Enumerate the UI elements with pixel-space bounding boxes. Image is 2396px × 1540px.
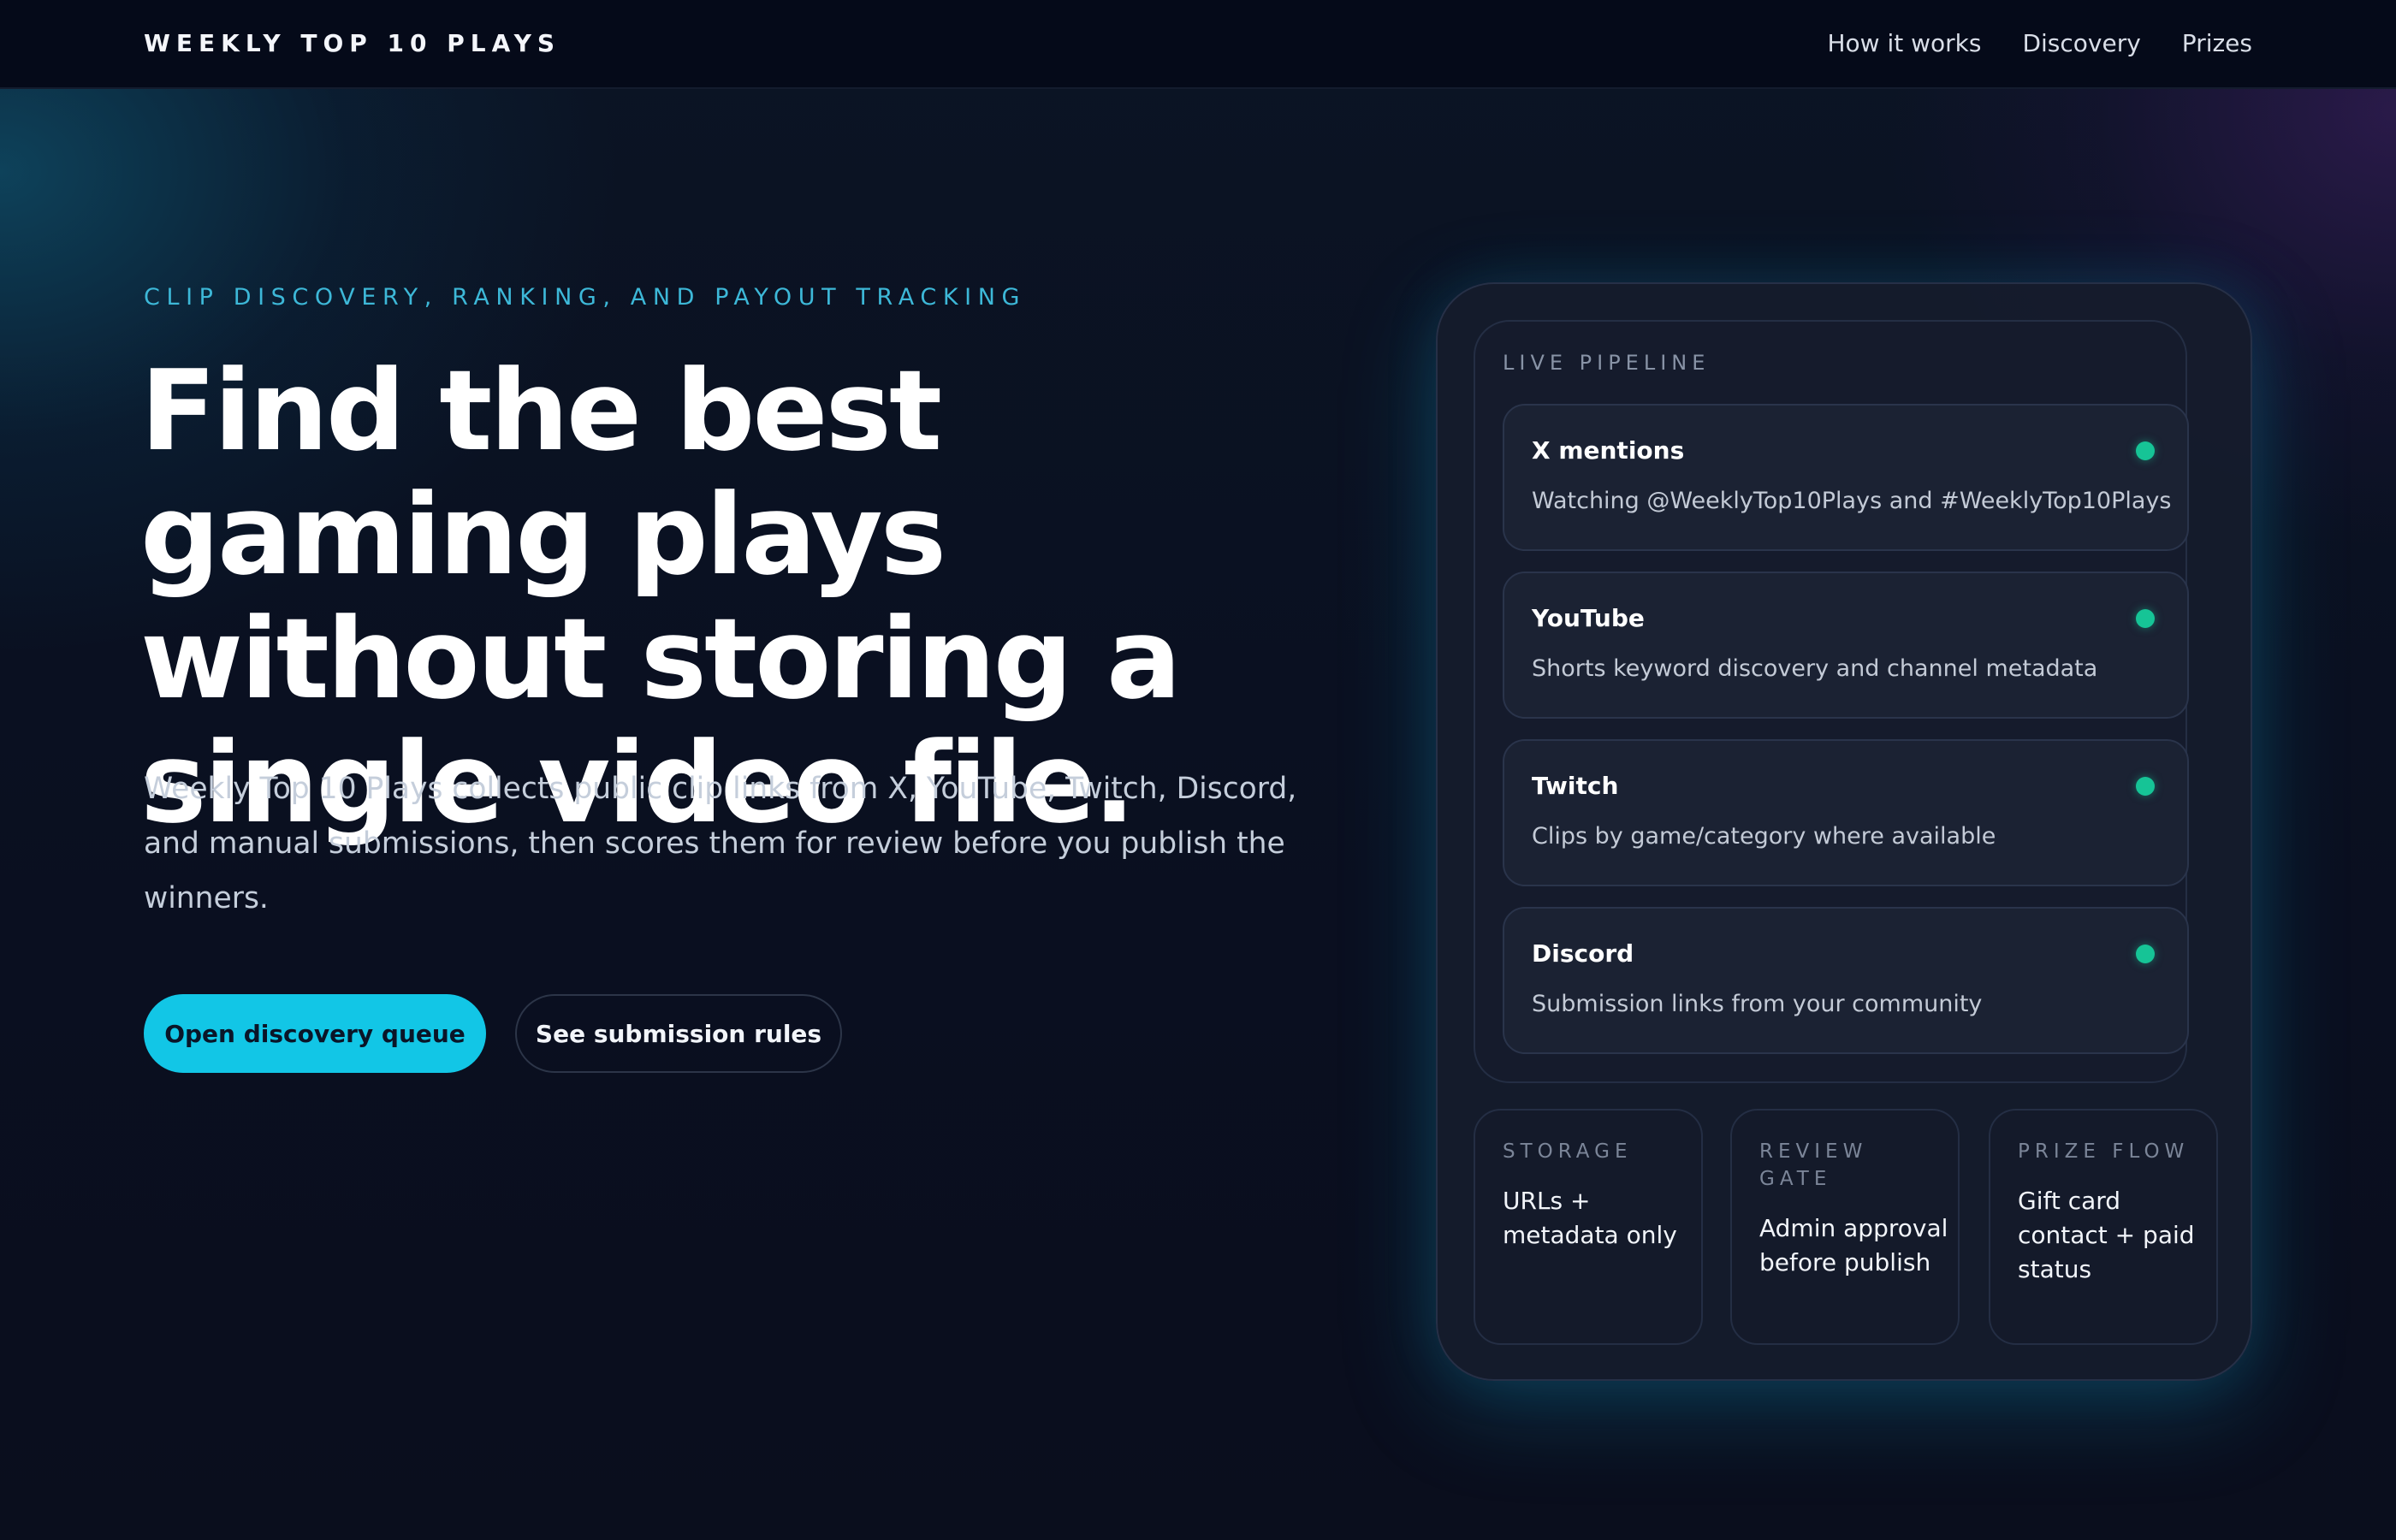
status-dot-icon	[2136, 777, 2155, 796]
live-pipeline-card: LIVE PIPELINE X mentions Watching @Weekl…	[1474, 320, 2189, 1083]
stat-value: Gift card contact + paid status	[2018, 1187, 2195, 1283]
source-description: Clips by game/category where available	[1532, 823, 1996, 850]
pipeline-panel: LIVE PIPELINE X mentions Watching @Weekl…	[1436, 282, 2252, 1381]
source-name: X mentions	[1532, 436, 1685, 465]
live-pipeline-title: LIVE PIPELINE	[1503, 351, 1711, 375]
landing-page: WEEKLY TOP 10 PLAYS How it works Discove…	[0, 0, 2396, 1540]
top-navigation-bar: WEEKLY TOP 10 PLAYS How it works Discove…	[0, 0, 2396, 89]
hero-cta-group: Open discovery queue See submission rule…	[144, 994, 842, 1073]
hero-eyebrow: CLIP DISCOVERY, RANKING, AND PAYOUT TRAC…	[144, 284, 1027, 311]
source-card-x-mentions: X mentions Watching @WeeklyTop10Plays an…	[1503, 404, 2189, 551]
stat-card-prize-flow: PRIZE FLOW Gift card contact + paid stat…	[1989, 1109, 2218, 1345]
open-discovery-queue-button[interactable]: Open discovery queue	[144, 994, 486, 1073]
stat-value: URLs + metadata only	[1503, 1187, 1677, 1249]
brand-logo[interactable]: WEEKLY TOP 10 PLAYS	[144, 29, 560, 57]
see-submission-rules-button[interactable]: See submission rules	[515, 994, 842, 1073]
stat-card-review-gate: REVIEW GATE Admin approval before publis…	[1730, 1109, 1960, 1345]
nav-link-discovery[interactable]: Discovery	[2022, 29, 2140, 57]
status-dot-icon	[2136, 945, 2155, 963]
source-card-twitch: Twitch Clips by game/category where avai…	[1503, 739, 2189, 886]
hero-description: Weekly Top 10 Plays collects public clip…	[144, 772, 1297, 915]
stat-value: Admin approval before publish	[1759, 1214, 1948, 1276]
main-nav: How it works Discovery Prizes	[1827, 29, 2252, 57]
source-name: Discord	[1532, 939, 1634, 968]
source-description: Shorts keyword discovery and channel met…	[1532, 655, 2098, 682]
source-description: Submission links from your community	[1532, 991, 1983, 1017]
stat-label: STORAGE	[1503, 1140, 1633, 1163]
status-dot-icon	[2136, 441, 2155, 460]
stat-label: REVIEW GATE	[1759, 1140, 1868, 1190]
stat-card-storage: STORAGE URLs + metadata only	[1474, 1109, 1703, 1345]
source-card-discord: Discord Submission links from your commu…	[1503, 907, 2189, 1054]
stats-row: STORAGE URLs + metadata only REVIEW GATE…	[1474, 1109, 2218, 1345]
source-name: YouTube	[1532, 604, 1645, 632]
status-dot-icon	[2136, 609, 2155, 628]
source-description: Watching @WeeklyTop10Plays and #WeeklyTo…	[1532, 488, 2172, 514]
nav-link-prizes[interactable]: Prizes	[2182, 29, 2252, 57]
stat-label: PRIZE FLOW	[2018, 1140, 2190, 1163]
source-card-youtube: YouTube Shorts keyword discovery and cha…	[1503, 572, 2189, 719]
source-name: Twitch	[1532, 772, 1619, 800]
nav-link-how-it-works[interactable]: How it works	[1827, 29, 1981, 57]
